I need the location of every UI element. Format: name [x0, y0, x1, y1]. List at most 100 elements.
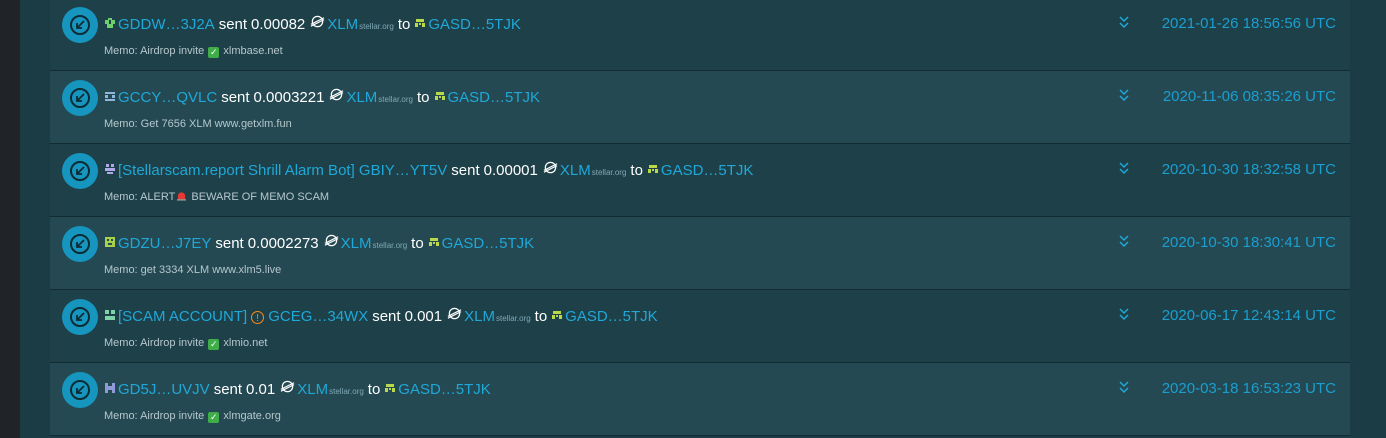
- amount-value: 0.0002273: [247, 235, 319, 252]
- amount-value: 0.001: [404, 308, 443, 325]
- source-account-link[interactable]: GDDW…3J2A: [118, 16, 215, 33]
- memo-prefix: Memo: Airdrop invite: [104, 410, 205, 422]
- memo-text: Memo: Airdrop invite ✓ xlmio.net: [104, 337, 267, 350]
- timestamp-link[interactable]: 2020-10-30 18:30:41 UTC: [1140, 234, 1336, 251]
- account-identicon-icon: [105, 164, 115, 174]
- payment-summary: [Stellarscam.report Shrill Alarm Bot] GB…: [104, 160, 753, 179]
- timestamp-link[interactable]: 2020-10-30 18:32:58 UTC: [1140, 161, 1336, 178]
- source-account-link[interactable]: GD5J…UVJV: [118, 381, 210, 398]
- destination-account-link[interactable]: GASD…5TJK: [661, 162, 754, 179]
- check-mark-icon: ✓: [208, 412, 220, 423]
- payment-row[interactable]: [Stellarscam.report Shrill Alarm Bot] GB…: [50, 144, 1350, 217]
- payment-summary: GCCY…QVLC sent 0.0003221 XLM stellar.org …: [104, 87, 540, 106]
- amount-value: 0.01: [246, 381, 276, 398]
- asset-domain: stellar.org: [372, 241, 408, 250]
- source-account-link[interactable]: [Stellarscam.report Shrill Alarm Bot] GB…: [118, 162, 447, 179]
- check-mark-icon: ✓: [208, 47, 220, 58]
- destination-account-link[interactable]: GASD…5TJK: [442, 235, 535, 252]
- payment-row[interactable]: GD5J…UVJV sent 0.01 XLM stellar.org to GA…: [50, 363, 1350, 436]
- payment-row[interactable]: GCCY…QVLC sent 0.0003221 XLM stellar.org …: [50, 71, 1350, 144]
- memo-prefix: Memo: get 3334 XLM www.xlm5.live: [104, 264, 282, 276]
- amount-value: 0.0003221: [253, 89, 325, 106]
- check-mark-icon: ✓: [208, 339, 220, 350]
- asset-domain: stellar.org: [359, 22, 394, 31]
- expand-chevron-icon[interactable]: [1118, 88, 1130, 102]
- timestamp-link[interactable]: 2020-06-17 12:43:14 UTC: [1140, 307, 1336, 324]
- to-word: to: [534, 308, 548, 325]
- asset-code-link[interactable]: XLM: [346, 89, 377, 106]
- to-word: to: [367, 381, 381, 398]
- stellar-logo-icon: [543, 161, 558, 174]
- incoming-payment-icon: [62, 372, 98, 408]
- payment-summary: GDZU…J7EY sent 0.0002273 XLM stellar.org …: [104, 233, 534, 252]
- expand-chevron-icon[interactable]: [1118, 161, 1130, 175]
- timestamp-link[interactable]: 2021-01-26 18:56:56 UTC: [1140, 15, 1336, 32]
- payments-panel: GDDW…3J2A sent 0.00082 XLM stellar.org to…: [20, 0, 1386, 438]
- account-identicon-icon: [105, 92, 115, 101]
- stellar-logo-icon: [324, 234, 338, 247]
- verb-text: sent: [221, 89, 250, 106]
- timestamp-link[interactable]: 2020-11-06 08:35:26 UTC: [1140, 88, 1336, 105]
- memo-prefix: Memo: ALERT: [104, 191, 176, 203]
- payment-row[interactable]: GDZU…J7EY sent 0.0002273 XLM stellar.org …: [50, 217, 1350, 290]
- siren-icon: [177, 192, 187, 201]
- to-word: to: [397, 16, 411, 33]
- destination-account-link[interactable]: GASD…5TJK: [448, 89, 541, 106]
- to-word: to: [416, 89, 430, 106]
- account-identicon-icon: [434, 92, 445, 100]
- account-identicon-icon: [385, 384, 396, 392]
- verb-text: sent: [451, 162, 480, 179]
- payment-row[interactable]: [SCAM ACCOUNT] ! GCEG…34WX sent 0.001 XL…: [50, 290, 1350, 363]
- payment-summary: [SCAM ACCOUNT] ! GCEG…34WX sent 0.001 XL…: [104, 306, 658, 325]
- expand-chevron-icon[interactable]: [1118, 380, 1130, 394]
- asset-domain: stellar.org: [329, 387, 364, 396]
- memo-text: Memo: get 3334 XLM www.xlm5.live: [104, 264, 281, 276]
- destination-account-link[interactable]: GASD…5TJK: [398, 381, 491, 398]
- account-identicon-icon: [105, 310, 115, 320]
- incoming-payment-icon: [62, 226, 98, 262]
- amount-value: 0.00001: [483, 162, 538, 179]
- expand-chevron-icon[interactable]: [1118, 307, 1130, 321]
- destination-account-link[interactable]: GASD…5TJK: [428, 16, 521, 33]
- amount-value: 0.00082: [251, 16, 306, 33]
- memo-prefix: Memo: Get 7656 XLM www.getxlm.fun: [104, 118, 292, 130]
- memo-text: Memo: ALERT BEWARE OF MEMO SCAM: [104, 191, 329, 203]
- asset-domain: stellar.org: [495, 314, 531, 323]
- verb-text: sent: [218, 16, 248, 33]
- source-account-link[interactable]: GCEG…34WX: [268, 308, 368, 325]
- incoming-payment-icon: [62, 153, 98, 189]
- account-identicon-icon: [552, 311, 563, 319]
- source-account-link[interactable]: GCCY…QVLC: [118, 89, 217, 106]
- stellar-logo-icon: [447, 307, 462, 320]
- verb-text: sent: [372, 308, 401, 325]
- warning-icon: !: [251, 311, 265, 324]
- asset-code-link[interactable]: XLM: [341, 235, 372, 252]
- memo-suffix: BEWARE OF MEMO SCAM: [191, 191, 330, 203]
- account-identicon-icon: [415, 19, 426, 27]
- stellar-logo-icon: [310, 15, 325, 28]
- verb-text: sent: [213, 381, 243, 398]
- timestamp-link[interactable]: 2020-03-18 16:53:23 UTC: [1140, 380, 1336, 397]
- memo-suffix: xlmgate.org: [223, 410, 281, 422]
- asset-code-link[interactable]: XLM: [464, 308, 495, 325]
- asset-code-link[interactable]: XLM: [560, 162, 591, 179]
- asset-code-link[interactable]: XLM: [297, 381, 328, 398]
- destination-account-link[interactable]: GASD…5TJK: [565, 308, 658, 325]
- account-identicon-icon: [105, 383, 115, 393]
- expand-chevron-icon[interactable]: [1118, 234, 1130, 248]
- account-identicon-icon: [428, 238, 439, 246]
- to-word: to: [411, 235, 424, 252]
- expand-chevron-icon[interactable]: [1118, 15, 1130, 29]
- source-account-link[interactable]: GDZU…J7EY: [118, 235, 211, 252]
- stellar-logo-icon: [330, 88, 344, 101]
- memo-suffix: xlmbase.net: [223, 45, 283, 57]
- memo-text: Memo: Airdrop invite ✓ xlmbase.net: [104, 45, 283, 58]
- asset-code-link[interactable]: XLM: [327, 16, 358, 33]
- payment-row[interactable]: GDDW…3J2A sent 0.00082 XLM stellar.org to…: [50, 0, 1350, 71]
- asset-domain: stellar.org: [378, 95, 413, 104]
- memo-text: Memo: Get 7656 XLM www.getxlm.fun: [104, 118, 292, 130]
- account-identicon-icon: [105, 18, 115, 28]
- asset-domain: stellar.org: [591, 168, 627, 177]
- incoming-payment-icon: [62, 80, 98, 116]
- to-word: to: [630, 162, 643, 179]
